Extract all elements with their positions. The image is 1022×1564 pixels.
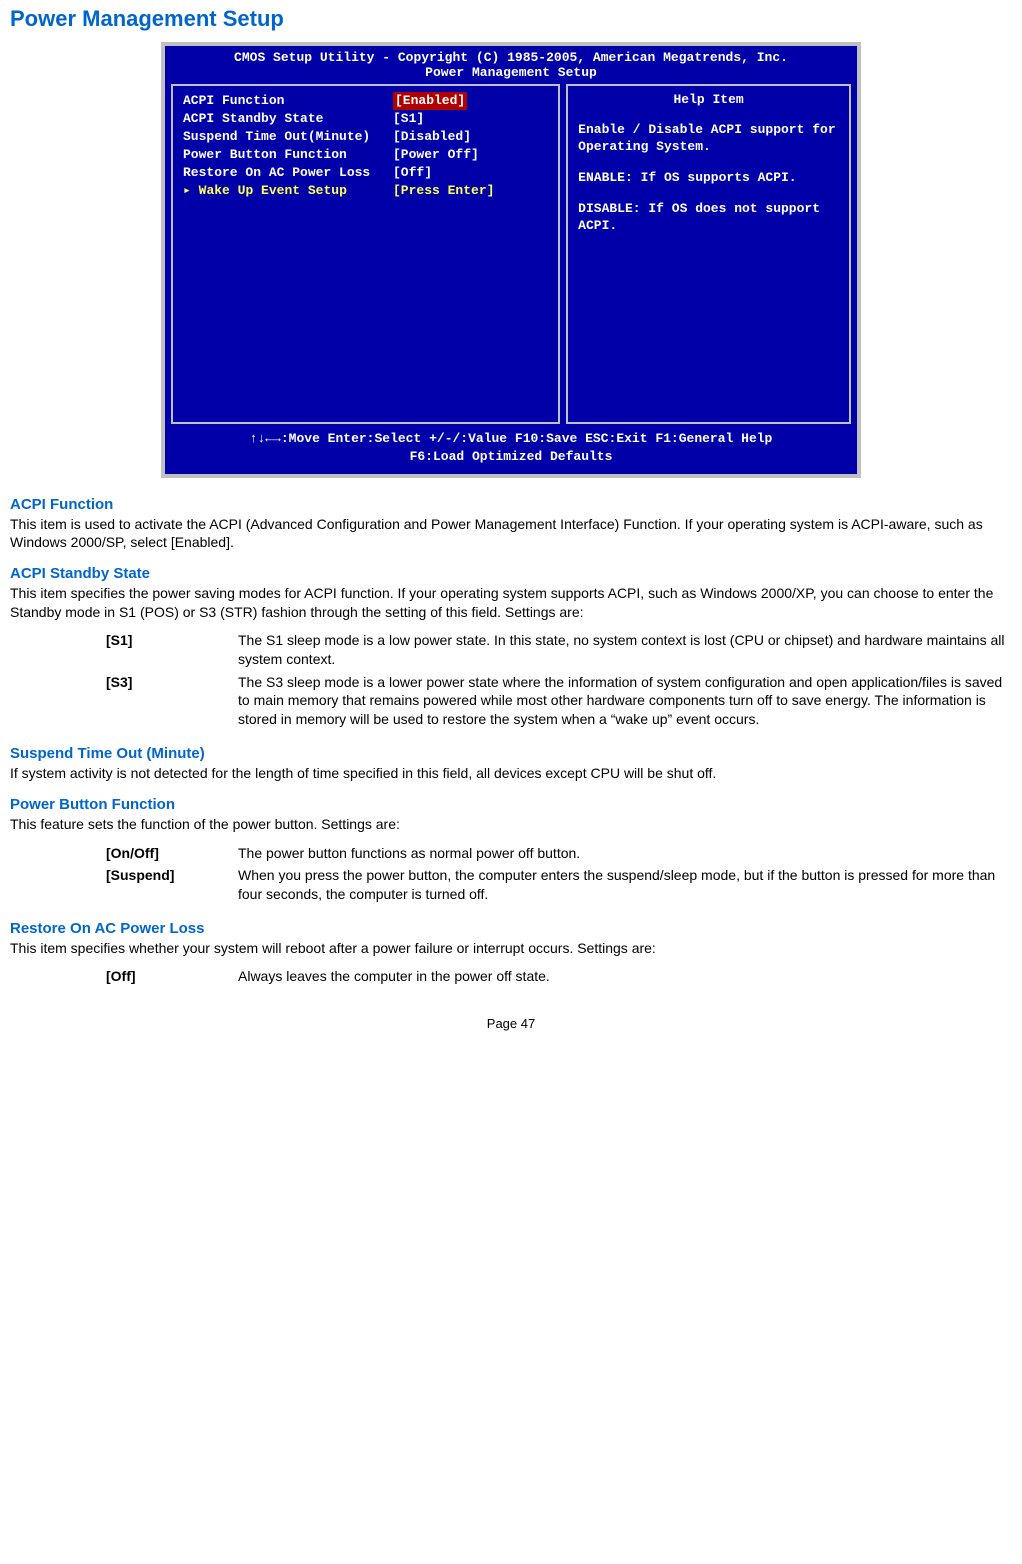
bios-value: [Power Off] bbox=[393, 146, 479, 164]
settings-table: [S1] The S1 sleep mode is a low power st… bbox=[100, 629, 1012, 731]
section-heading-acpi-standby: ACPI Standby State bbox=[10, 565, 1012, 582]
bios-left-panel: ACPI Function [Enabled] ACPI Standby Sta… bbox=[171, 84, 560, 424]
setting-desc: The power button functions as normal pow… bbox=[232, 842, 1012, 865]
bios-header: CMOS Setup Utility - Copyright (C) 1985-… bbox=[165, 46, 857, 84]
bios-screenshot: CMOS Setup Utility - Copyright (C) 1985-… bbox=[161, 42, 861, 478]
bios-help-text: ENABLE: If OS supports ACPI. bbox=[578, 169, 839, 186]
bios-label: ACPI Standby State bbox=[183, 110, 393, 128]
setting-key: [Off] bbox=[100, 965, 232, 988]
bios-value: [Disabled] bbox=[393, 128, 471, 146]
setting-key: [Suspend] bbox=[100, 864, 232, 906]
section-body: This item specifies the power saving mod… bbox=[10, 584, 1012, 620]
bios-value-submenu: [Press Enter] bbox=[393, 182, 494, 200]
table-row: [S3] The S3 sleep mode is a lower power … bbox=[100, 671, 1012, 732]
bios-help-text: DISABLE: If OS does not support ACPI. bbox=[578, 200, 839, 234]
table-row: [Off] Always leaves the computer in the … bbox=[100, 965, 556, 988]
section-heading-suspend: Suspend Time Out (Minute) bbox=[10, 745, 1012, 762]
bios-label: Power Button Function bbox=[183, 146, 393, 164]
setting-key: [On/Off] bbox=[100, 842, 232, 865]
bios-row: ACPI Standby State [S1] bbox=[183, 110, 548, 128]
bios-label: ACPI Function bbox=[183, 92, 393, 110]
table-row: [S1] The S1 sleep mode is a low power st… bbox=[100, 629, 1012, 671]
bios-value: [Off] bbox=[393, 164, 432, 182]
bios-value: [S1] bbox=[393, 110, 424, 128]
bios-row: Suspend Time Out(Minute) [Disabled] bbox=[183, 128, 548, 146]
bios-row-submenu: Wake Up Event Setup [Press Enter] bbox=[183, 182, 548, 200]
bios-row: Power Button Function [Power Off] bbox=[183, 146, 548, 164]
bios-header-line1: CMOS Setup Utility - Copyright (C) 1985-… bbox=[171, 50, 851, 65]
bios-label: Suspend Time Out(Minute) bbox=[183, 128, 393, 146]
table-row: [Suspend] When you press the power butto… bbox=[100, 864, 1012, 906]
bios-row: ACPI Function [Enabled] bbox=[183, 92, 548, 110]
setting-key: [S1] bbox=[100, 629, 232, 671]
section-heading-acpi-function: ACPI Function bbox=[10, 496, 1012, 513]
bios-footer: ↑↓←→:Move Enter:Select +/-/:Value F10:Sa… bbox=[165, 424, 857, 474]
section-body: This item specifies whether your system … bbox=[10, 939, 1012, 957]
setting-desc: The S3 sleep mode is a lower power state… bbox=[232, 671, 1012, 732]
bios-help-text: Enable / Disable ACPI support for Operat… bbox=[578, 121, 839, 155]
page-title: Power Management Setup bbox=[10, 6, 1012, 32]
setting-key: [S3] bbox=[100, 671, 232, 732]
bios-row: Restore On AC Power Loss [Off] bbox=[183, 164, 548, 182]
section-body: This feature sets the function of the po… bbox=[10, 815, 1012, 833]
section-body: If system activity is not detected for t… bbox=[10, 764, 1012, 782]
section-body: This item is used to activate the ACPI (… bbox=[10, 515, 1012, 551]
settings-table: [On/Off] The power button functions as n… bbox=[100, 842, 1012, 907]
bios-value-selected: [Enabled] bbox=[393, 92, 467, 110]
bios-help-panel: Help Item Enable / Disable ACPI support … bbox=[566, 84, 851, 424]
table-row: [On/Off] The power button functions as n… bbox=[100, 842, 1012, 865]
setting-desc: Always leaves the computer in the power … bbox=[232, 965, 556, 988]
bios-help-title: Help Item bbox=[578, 92, 839, 107]
section-heading-power-button: Power Button Function bbox=[10, 796, 1012, 813]
setting-desc: When you press the power button, the com… bbox=[232, 864, 1012, 906]
bios-footer-line1: ↑↓←→:Move Enter:Select +/-/:Value F10:Sa… bbox=[171, 430, 851, 448]
bios-label-submenu: Wake Up Event Setup bbox=[183, 182, 393, 200]
bios-footer-line2: F6:Load Optimized Defaults bbox=[171, 448, 851, 466]
bios-label: Restore On AC Power Loss bbox=[183, 164, 393, 182]
section-heading-restore: Restore On AC Power Loss bbox=[10, 920, 1012, 937]
settings-table: [Off] Always leaves the computer in the … bbox=[100, 965, 556, 988]
setting-desc: The S1 sleep mode is a low power state. … bbox=[232, 629, 1012, 671]
page-number: Page 47 bbox=[10, 1016, 1012, 1031]
bios-header-line2: Power Management Setup bbox=[171, 65, 851, 80]
